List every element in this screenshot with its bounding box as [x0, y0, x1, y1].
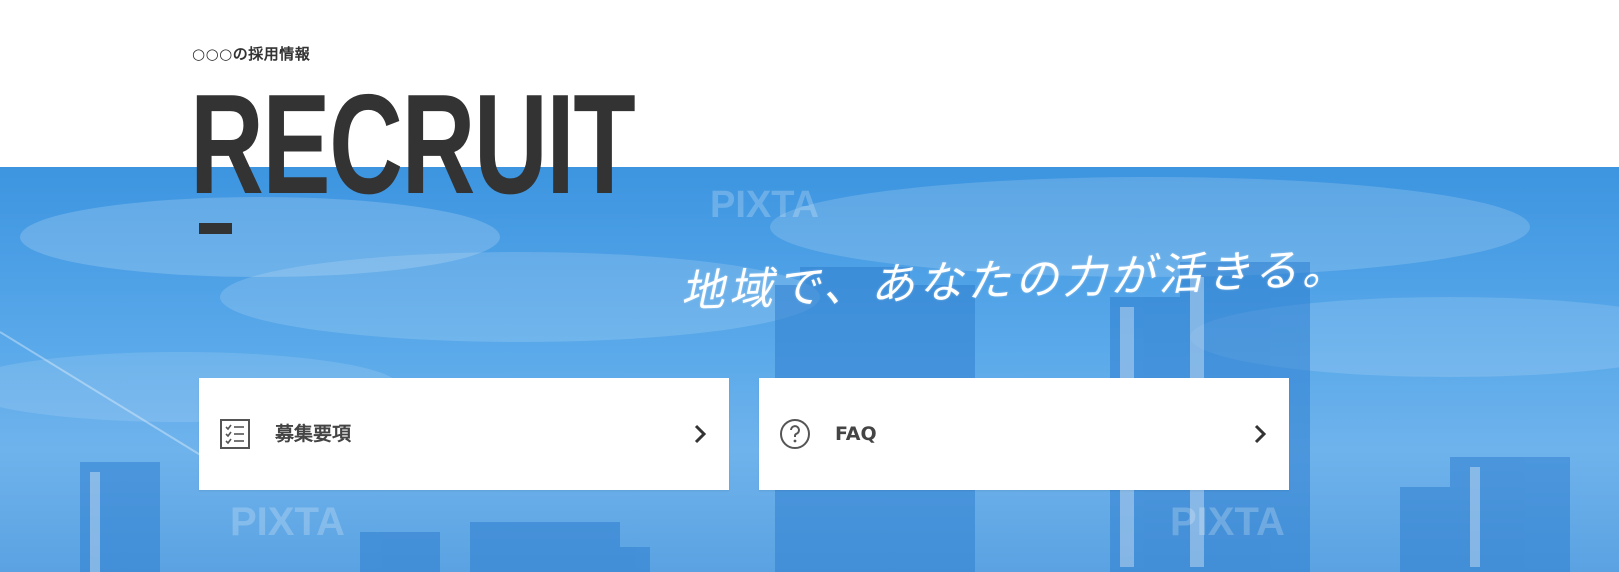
- page-eyebrow: ○○○の採用情報: [192, 45, 311, 63]
- recruitment-info-card[interactable]: 募集要項: [199, 378, 729, 490]
- question-circle-icon: [779, 418, 811, 450]
- svg-text:PIXTA: PIXTA: [1170, 500, 1285, 544]
- faq-label: FAQ: [835, 423, 877, 445]
- page-title: RECRUIT: [190, 65, 636, 224]
- hero-background-image: PIXTA PIXTA PIXTA: [0, 167, 1619, 572]
- chevron-right-icon: [691, 422, 709, 446]
- svg-text:PIXTA: PIXTA: [710, 184, 819, 226]
- checklist-icon: [219, 418, 251, 450]
- recruitment-info-label: 募集要項: [275, 423, 352, 445]
- chevron-right-icon: [1251, 422, 1269, 446]
- svg-text:PIXTA: PIXTA: [230, 500, 345, 544]
- title-underline: [199, 223, 232, 234]
- faq-card[interactable]: FAQ: [759, 378, 1289, 490]
